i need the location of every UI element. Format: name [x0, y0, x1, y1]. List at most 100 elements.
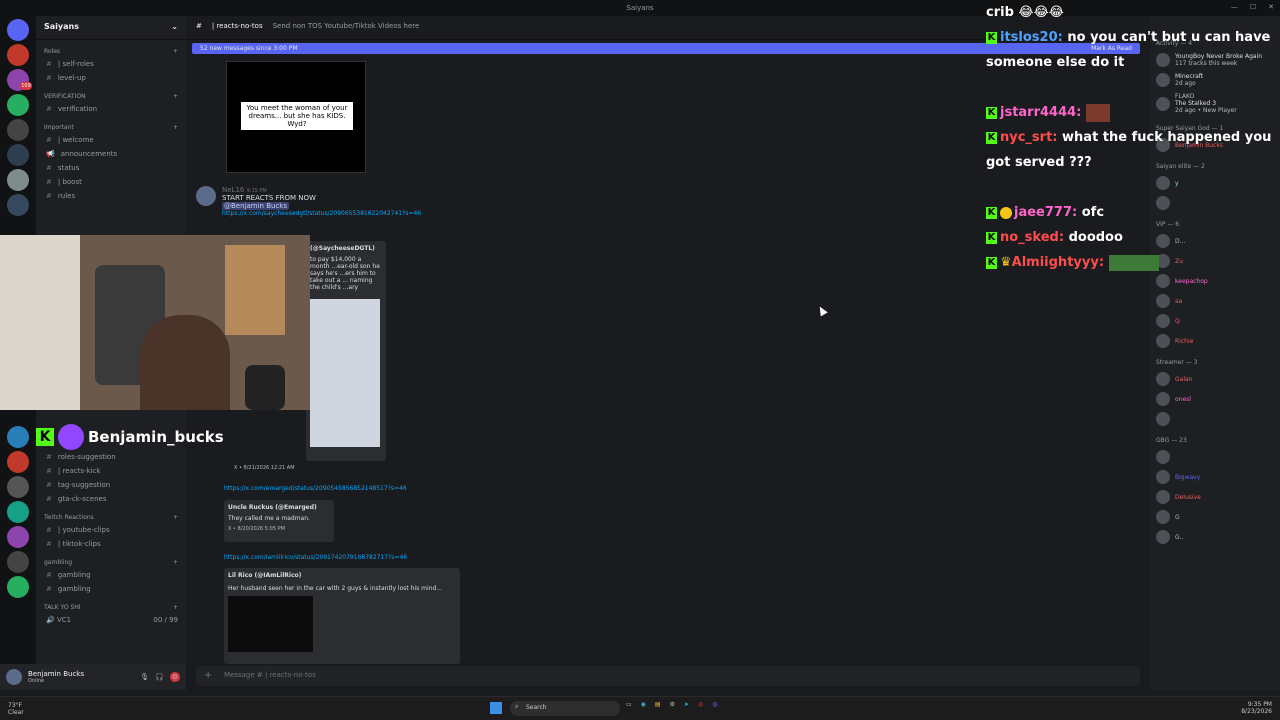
channel-roles-suggestion[interactable]: # roles-suggestion — [36, 450, 186, 464]
discord-icon[interactable]: ◍ — [712, 701, 717, 708]
windows-start-icon[interactable] — [490, 702, 502, 714]
message-link[interactable]: https://x.com/emarged/status/20905458568… — [224, 485, 407, 492]
task-view-icon[interactable]: ▭ — [626, 701, 632, 708]
channel-gambling[interactable]: # gambling — [36, 568, 186, 582]
microphone-icon[interactable]: 🎙 — [140, 673, 149, 681]
member-item[interactable]: G — [1150, 507, 1280, 527]
server-icon[interactable] — [7, 476, 29, 498]
clock[interactable]: 9:35 PM 8/23/2026 — [1241, 701, 1272, 715]
avatar — [1156, 372, 1170, 386]
chevron-down-icon: ⌄ — [171, 22, 178, 31]
user-mention[interactable]: @Benjamin Bucks — [222, 202, 289, 210]
channel-self-roles[interactable]: # | self-roles — [36, 57, 186, 71]
channel-gambling[interactable]: # gambling — [36, 582, 186, 596]
server-header[interactable]: Saiyans ⌄ — [36, 16, 186, 40]
embed-image[interactable] — [310, 299, 380, 447]
member-item[interactable]: G.. — [1150, 527, 1280, 547]
member-item[interactable]: Q — [1150, 311, 1280, 331]
embed-author[interactable]: (@SaycheeseDGTL) — [306, 241, 386, 256]
add-attachment-icon[interactable]: + — [204, 670, 212, 681]
server-icon[interactable] — [7, 426, 29, 448]
avatar — [1156, 450, 1170, 464]
embed-video[interactable] — [228, 596, 313, 652]
member-item[interactable] — [1150, 447, 1280, 467]
server-icon[interactable] — [7, 451, 29, 473]
edge-icon[interactable]: ◉ — [641, 701, 646, 708]
channel-announcements[interactable]: 📢 announcements — [36, 147, 186, 161]
embed-text: They called me a madman. — [228, 515, 310, 522]
avatar — [1156, 490, 1170, 504]
chat-line: Kjaee777: ofc — [986, 205, 1105, 220]
member-item[interactable]: Richie — [1150, 331, 1280, 351]
message-link[interactable]: https://x.com/saycheesedgtl/status/20906… — [222, 210, 421, 217]
telegram-icon[interactable]: ➤ — [684, 701, 689, 708]
server-icon[interactable] — [7, 144, 29, 166]
channel-youtube-clips[interactable]: # | youtube-clips — [36, 523, 186, 537]
meme-image[interactable]: You meet the woman of your dreams... but… — [226, 61, 366, 173]
chrome-icon[interactable]: ◎ — [698, 701, 703, 708]
avatar — [1156, 314, 1170, 328]
role-group-header: GBG — 23 — [1156, 437, 1187, 444]
avatar[interactable] — [196, 186, 216, 206]
server-icon[interactable] — [7, 169, 29, 191]
taskbar-search[interactable]: ⌕ Search — [510, 701, 620, 716]
hash-icon: # — [46, 192, 52, 200]
channel-tag-suggestion[interactable]: # tag-suggestion — [36, 478, 186, 492]
member-item[interactable]: aa — [1150, 291, 1280, 311]
server-icon[interactable] — [7, 44, 29, 66]
voice-channel-vc1[interactable]: 🔊 VC1 00 / 99 — [36, 613, 186, 627]
headphones-icon[interactable]: 🎧 — [155, 673, 164, 681]
settings-icon[interactable]: ⚙ — [670, 701, 675, 708]
category-important[interactable]: Important + — [36, 116, 186, 133]
tweet-embed: Lil Rico (@IAmLilRico) Her husband seen … — [224, 568, 460, 664]
member-item[interactable]: onesl — [1150, 389, 1280, 409]
channel-verification[interactable]: # verification — [36, 102, 186, 116]
category-roles[interactable]: Roles + — [36, 40, 186, 57]
message-input[interactable]: + Message # | reacts-no-tos — [196, 666, 1140, 686]
streamer-name: Benjamin_bucks — [88, 428, 224, 446]
member-item[interactable]: Bigwavy — [1150, 467, 1280, 487]
server-icon[interactable] — [7, 194, 29, 216]
hash-icon: # — [46, 540, 52, 548]
weather-widget[interactable]: 73°F Clear — [8, 702, 24, 716]
channel-gta-ck-scenes[interactable]: # gta-ck-scenes — [36, 492, 186, 506]
category-gambling[interactable]: gambling + — [36, 551, 186, 568]
hash-icon: # — [46, 453, 52, 461]
channel-tiktok-clips[interactable]: # | tiktok-clips — [36, 537, 186, 551]
add-channel-icon: + — [172, 604, 178, 611]
channel-welcome[interactable]: # | welcome — [36, 133, 186, 147]
hash-icon: # — [46, 74, 52, 82]
server-icon[interactable] — [7, 526, 29, 548]
chat-line: Knyc_srt: what the fuck happened you got… — [986, 130, 1272, 170]
message-link[interactable]: https://x.com/iamlilrico/status/20917420… — [224, 554, 407, 561]
server-icon[interactable] — [7, 551, 29, 573]
emote-icon — [1108, 254, 1159, 271]
category-voice[interactable]: TALK YO SHI + — [36, 596, 186, 613]
server-icon[interactable] — [7, 19, 29, 41]
channel-status[interactable]: # status — [36, 161, 186, 175]
avatar[interactable] — [6, 669, 22, 685]
channel-boost[interactable]: # | boost — [36, 175, 186, 189]
add-channel-icon: + — [172, 514, 178, 521]
kick-icon: K — [986, 131, 997, 144]
channel-rules[interactable]: # rules — [36, 189, 186, 203]
server-icon[interactable] — [7, 576, 29, 598]
message-author[interactable]: NeL16 — [222, 186, 244, 194]
member-item[interactable]: Galan — [1150, 369, 1280, 389]
gear-icon[interactable]: ⚙ — [169, 672, 180, 682]
member-item[interactable]: Delusive — [1150, 487, 1280, 507]
folder-icon[interactable]: ▤ — [655, 701, 661, 708]
category-twitch-reactions[interactable]: Twitch Reactions + — [36, 506, 186, 523]
embed-author[interactable]: Uncle Ruckus (@Emarged) — [228, 504, 330, 511]
server-icon[interactable] — [7, 94, 29, 116]
member-item[interactable] — [1150, 409, 1280, 429]
server-icon[interactable] — [7, 119, 29, 141]
channel-reacts-kick[interactable]: # | reacts-kick — [36, 464, 186, 478]
embed-author[interactable]: Lil Rico (@IAmLilRico) — [228, 572, 456, 579]
category-verification[interactable]: VERIFICATION + — [36, 85, 186, 102]
channel-level-up[interactable]: # level-up — [36, 71, 186, 85]
server-icon[interactable] — [7, 501, 29, 523]
hash-icon: # — [46, 481, 52, 489]
meme-caption: You meet the woman of your dreams... but… — [241, 102, 353, 130]
server-icon[interactable]: 109 — [7, 69, 32, 91]
